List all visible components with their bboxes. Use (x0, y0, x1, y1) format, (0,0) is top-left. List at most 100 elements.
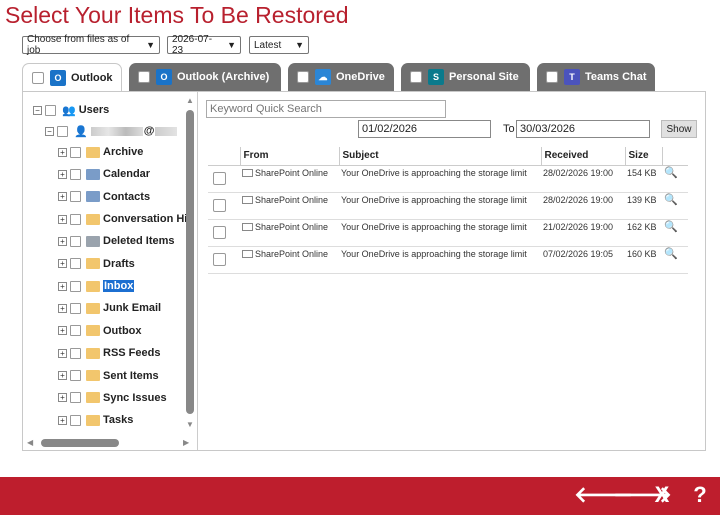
cell-received: 21/02/2026 19:00 (541, 219, 625, 247)
content-panel: − 👥 Users − 👤 @ + Archive + Calendar + Contac… (22, 91, 706, 451)
back-arrow-icon[interactable]: 🡐 (574, 484, 633, 506)
tree-checkbox[interactable] (70, 168, 81, 180)
search-input[interactable] (206, 100, 446, 118)
tree-checkbox[interactable] (70, 302, 81, 314)
row-checkbox[interactable] (213, 198, 226, 212)
close-button[interactable]: X (651, 484, 673, 506)
scroll-down-icon[interactable]: ▼ (186, 420, 194, 429)
row-checkbox[interactable] (213, 225, 226, 239)
cell-subject: Your OneDrive is approaching the storage… (339, 219, 541, 247)
scroll-thumb[interactable] (41, 439, 119, 447)
scroll-thumb[interactable] (186, 110, 194, 414)
tree-checkbox[interactable] (70, 146, 81, 158)
column-header-size[interactable]: Size (624, 147, 662, 166)
tab-checkbox[interactable] (32, 72, 44, 84)
tree-horizontal-scrollbar[interactable]: ◀ ▶ (23, 436, 198, 450)
tree-node-sync-issues[interactable]: + Sync Issues (58, 390, 167, 406)
tree-label: Contacts (103, 190, 151, 203)
tree-node-tasks[interactable]: + Tasks (58, 412, 133, 428)
date-from-input[interactable]: 01/02/2026 (358, 120, 491, 138)
preview-icon[interactable]: 🔍 (664, 248, 678, 260)
tree-checkbox[interactable] (70, 191, 81, 203)
show-button[interactable]: Show (661, 120, 697, 138)
preview-icon[interactable]: 🔍 (664, 221, 678, 233)
expand-icon[interactable]: + (58, 147, 67, 157)
help-button[interactable]: ? (689, 484, 711, 506)
tree-node-drafts[interactable]: + Drafts (58, 256, 135, 272)
cell-received: 28/02/2026 19:00 (541, 192, 625, 220)
page-title: Select Your Items To Be Restored (5, 2, 349, 28)
expand-icon[interactable]: + (58, 169, 67, 179)
job-select[interactable]: Choose from files as of job ▼ (22, 34, 160, 56)
tab-checkbox[interactable] (138, 71, 150, 83)
tree-node-junk-email[interactable]: + Junk Email (58, 300, 161, 316)
column-header-received[interactable]: Received (540, 147, 625, 166)
tree-checkbox[interactable] (70, 347, 81, 359)
tree-node-outbox[interactable]: + Outbox (58, 323, 142, 339)
tree-checkbox[interactable] (70, 414, 81, 426)
expand-icon[interactable]: + (58, 236, 67, 246)
tree-node-contacts[interactable]: + Contacts (58, 189, 150, 205)
tab-outlook[interactable]: O Outlook (22, 63, 122, 92)
tree-checkbox[interactable] (45, 104, 56, 116)
tab-personal-site[interactable]: S Personal Site (401, 63, 530, 91)
tab-checkbox[interactable] (410, 71, 422, 83)
tab-teams-chat[interactable]: T Teams Chat (537, 63, 655, 91)
tree-checkbox[interactable] (70, 325, 81, 337)
expand-icon[interactable]: + (58, 192, 67, 202)
scroll-left-icon[interactable]: ◀ (27, 438, 33, 447)
column-header-subject[interactable]: Subject (338, 147, 541, 166)
table-row[interactable]: SharePoint Online Your OneDrive is approa… (208, 165, 688, 193)
outlook-icon: O (50, 70, 66, 86)
date-select[interactable]: 2026-07-23 ▼ (167, 34, 241, 56)
tree-node-deleted-items[interactable]: + Deleted Items (58, 233, 175, 249)
expand-icon[interactable]: + (58, 371, 67, 380)
tree-checkbox[interactable] (70, 280, 81, 292)
tab-checkbox[interactable] (546, 71, 558, 83)
tree-checkbox[interactable] (57, 125, 68, 137)
tree-checkbox[interactable] (70, 392, 81, 404)
expand-icon[interactable]: + (58, 281, 67, 291)
tree-node-users[interactable]: − 👥 Users (33, 102, 109, 118)
tab-onedrive[interactable]: ☁ OneDrive (288, 63, 394, 91)
tree-label: @ (143, 125, 155, 137)
tab-outlook-archive[interactable]: O Outlook (Archive) (129, 63, 281, 91)
collapse-icon[interactable]: − (45, 126, 54, 136)
table-row[interactable]: SharePoint Online Your OneDrive is approa… (208, 192, 688, 220)
version-select-value: Latest (254, 39, 282, 51)
tree-node-archive[interactable]: + Archive (58, 144, 143, 160)
tree-node-calendar[interactable]: + Calendar (58, 166, 150, 182)
tree-checkbox[interactable] (70, 213, 81, 225)
date-to-input[interactable]: 30/03/2026 (516, 120, 650, 138)
expand-icon[interactable]: + (58, 259, 67, 269)
tree-node-conversation-hi[interactable]: + Conversation Hi (58, 211, 187, 227)
expand-icon[interactable]: + (58, 348, 67, 358)
table-row[interactable]: SharePoint Online Your OneDrive is approa… (208, 246, 688, 274)
column-header-from[interactable]: From (239, 147, 339, 166)
scroll-right-icon[interactable]: ▶ (183, 438, 189, 447)
preview-icon[interactable]: 🔍 (664, 194, 678, 206)
forward-arrow-icon[interactable]: 🡒 (613, 484, 672, 506)
tree-node-rss-feeds[interactable]: + RSS Feeds (58, 345, 160, 361)
expand-icon[interactable]: + (58, 214, 67, 224)
expand-icon[interactable]: + (58, 326, 67, 336)
tree-checkbox[interactable] (70, 258, 81, 270)
version-select[interactable]: Latest ▼ (249, 36, 309, 54)
tree-node-inbox[interactable]: + Inbox (58, 278, 135, 294)
expand-icon[interactable]: + (58, 393, 67, 403)
tree-checkbox[interactable] (70, 370, 81, 381)
preview-icon[interactable]: 🔍 (664, 167, 678, 179)
expand-icon[interactable]: + (58, 303, 67, 313)
cell-received: 07/02/2026 19:05 (541, 246, 625, 274)
tree-vertical-scrollbar[interactable]: ▲ ▼ (184, 94, 196, 434)
row-checkbox[interactable] (213, 252, 226, 266)
tree-node-user[interactable]: − 👤 @ (45, 123, 178, 139)
table-row[interactable]: SharePoint Online Your OneDrive is approa… (208, 219, 688, 247)
scroll-up-icon[interactable]: ▲ (186, 96, 194, 105)
expand-icon[interactable]: + (58, 415, 67, 425)
tree-checkbox[interactable] (70, 235, 81, 247)
tab-checkbox[interactable] (297, 71, 309, 83)
tree-node-sent-items[interactable]: + Sent Items (58, 368, 159, 384)
collapse-icon[interactable]: − (33, 105, 42, 115)
row-checkbox[interactable] (213, 171, 226, 185)
